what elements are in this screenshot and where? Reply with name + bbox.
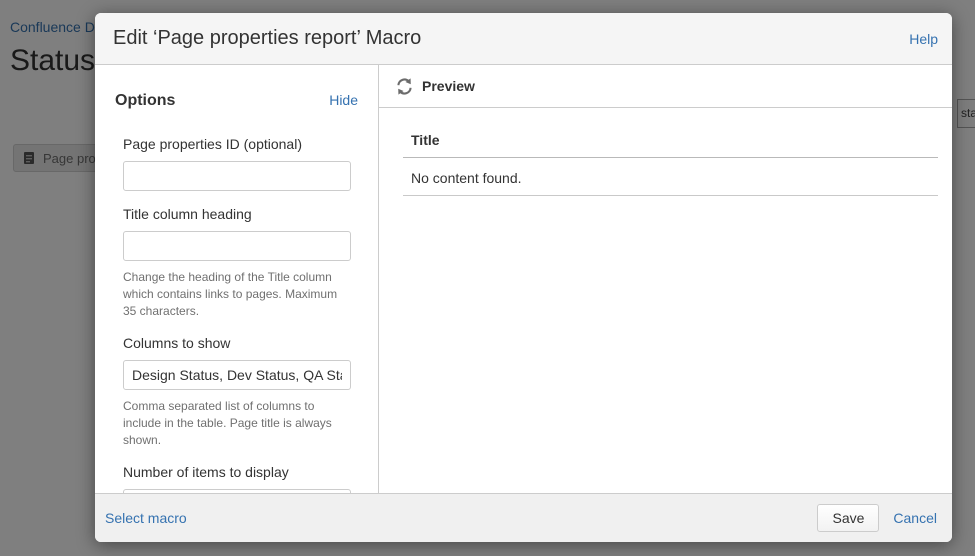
options-header: Options Hide — [95, 65, 378, 110]
refresh-icon[interactable] — [395, 77, 414, 96]
title-column-heading-help: Change the heading of the Title column w… — [123, 269, 338, 320]
preview-heading: Preview — [422, 78, 475, 94]
preview-header: Preview — [379, 65, 952, 108]
preview-empty-message: No content found. — [403, 158, 938, 196]
help-link[interactable]: Help — [909, 31, 938, 47]
columns-to-show-help: Comma separated list of columns to inclu… — [123, 398, 338, 449]
options-panel[interactable]: Options Hide Page properties ID (optiona… — [95, 65, 379, 493]
columns-to-show-label: Columns to show — [123, 335, 351, 351]
dialog-footer: Select macro Save Cancel — [95, 493, 952, 542]
field-page-properties-id: Page properties ID (optional) — [123, 136, 351, 191]
page-properties-id-input[interactable] — [123, 161, 351, 191]
options-heading: Options — [115, 92, 175, 110]
field-title-column-heading: Title column heading Change the heading … — [123, 206, 351, 320]
preview-table-header-row: Title — [403, 132, 938, 158]
cancel-link[interactable]: Cancel — [893, 510, 937, 526]
preview-content: Title No content found. — [379, 108, 952, 196]
number-of-items-label: Number of items to display — [123, 464, 351, 480]
title-column-heading-label: Title column heading — [123, 206, 351, 222]
save-button[interactable]: Save — [817, 504, 879, 532]
dialog-body: Options Hide Page properties ID (optiona… — [95, 65, 952, 493]
macro-editor-dialog: Edit ‘Page properties report’ Macro Help… — [95, 13, 952, 542]
hide-link[interactable]: Hide — [329, 92, 358, 108]
dialog-title: Edit ‘Page properties report’ Macro — [113, 27, 909, 50]
field-columns-to-show: Columns to show Comma separated list of … — [123, 335, 351, 449]
page-properties-id-label: Page properties ID (optional) — [123, 136, 351, 152]
preview-table-empty-row: No content found. — [403, 158, 938, 196]
dialog-header: Edit ‘Page properties report’ Macro Help — [95, 13, 952, 65]
preview-table-title-header: Title — [403, 132, 938, 158]
field-number-of-items: Number of items to display — [123, 464, 351, 493]
select-macro-link[interactable]: Select macro — [105, 510, 187, 526]
title-column-heading-input[interactable] — [123, 231, 351, 261]
preview-panel: Preview Title No content found. — [379, 65, 952, 493]
columns-to-show-input[interactable] — [123, 360, 351, 390]
preview-table: Title No content found. — [403, 132, 938, 196]
